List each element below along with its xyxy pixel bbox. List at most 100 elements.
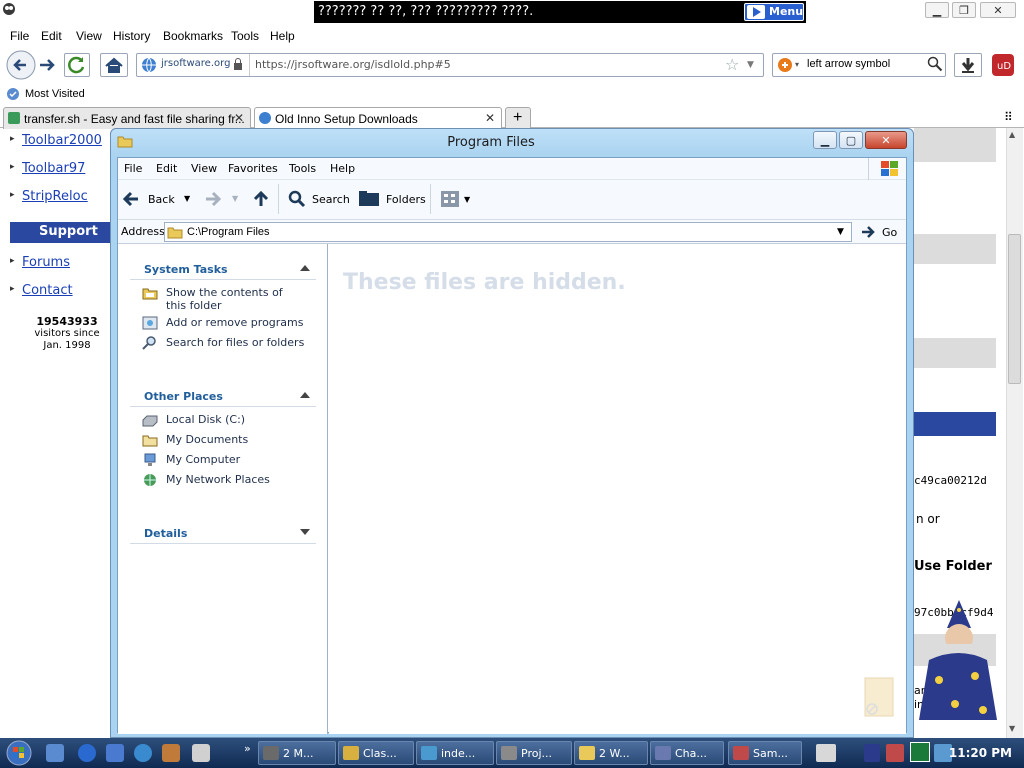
- expand-icon[interactable]: [300, 529, 310, 535]
- explorer-close-button[interactable]: ✕: [865, 131, 907, 149]
- search-input[interactable]: left arrow symbol: [807, 58, 890, 70]
- menu-history[interactable]: History: [113, 29, 150, 43]
- page-scroll-thumb[interactable]: [1008, 234, 1021, 384]
- place-my-network[interactable]: My Network Places: [142, 473, 270, 486]
- home-button[interactable]: [100, 53, 128, 77]
- tab-inno-setup[interactable]: Old Inno Setup Downloads ✕: [254, 107, 502, 129]
- search-engine-dropdown-icon[interactable]: ▾: [795, 60, 799, 69]
- collapse-icon[interactable]: [300, 392, 310, 398]
- place-my-documents[interactable]: My Documents: [142, 433, 248, 447]
- menu-view[interactable]: View: [76, 29, 102, 43]
- taskbar-button[interactable]: Proj...: [496, 741, 572, 765]
- url-bar[interactable]: jrsoftware.org https://jrsoftware.org/is…: [136, 53, 764, 77]
- forward-dropdown-icon[interactable]: ▼: [232, 194, 238, 203]
- link-contact[interactable]: Contact: [10, 283, 73, 298]
- page-scrollbar[interactable]: ▲ ▼: [1006, 128, 1023, 738]
- scroll-down-icon[interactable]: ▼: [1009, 724, 1015, 733]
- tab-close-icon[interactable]: ✕: [485, 111, 495, 125]
- task-search-files[interactable]: Search for files or folders: [142, 336, 304, 350]
- file-list-area[interactable]: These files are hidden.: [329, 244, 906, 734]
- start-button[interactable]: [4, 740, 34, 766]
- forward-arrow-icon[interactable]: [204, 190, 222, 208]
- magnifier-icon[interactable]: [927, 56, 943, 72]
- search-engine-icon[interactable]: [777, 57, 793, 73]
- address-field[interactable]: C:\Program Files ▼: [164, 222, 852, 242]
- site-identity-label[interactable]: jrsoftware.org: [161, 58, 230, 69]
- bookmark-most-visited[interactable]: Most Visited: [25, 88, 85, 100]
- explorer-menu-file[interactable]: File: [124, 162, 142, 175]
- up-folder-icon[interactable]: [252, 190, 270, 208]
- link-toolbar2000[interactable]: Toolbar2000: [10, 133, 102, 148]
- task-show-contents[interactable]: Show the contents of this folder: [142, 286, 296, 312]
- menu-help[interactable]: Help: [270, 29, 295, 43]
- explorer-maximize-button[interactable]: ▢: [839, 131, 863, 149]
- star-icon[interactable]: ☆: [725, 55, 739, 74]
- explorer-menu-help[interactable]: Help: [330, 162, 355, 175]
- taskbar-clock[interactable]: 11:20 PM: [949, 746, 1012, 760]
- search-bar[interactable]: ▾ left arrow symbol: [772, 53, 946, 77]
- system-tasks-header[interactable]: System Tasks: [130, 258, 316, 280]
- reload-button[interactable]: [64, 53, 90, 77]
- place-local-disk[interactable]: Local Disk (C:): [142, 413, 245, 427]
- tray-icon[interactable]: [886, 744, 904, 762]
- tray-icon[interactable]: [910, 742, 930, 762]
- tab-transfer[interactable]: transfer.sh - Easy and fast file sharing…: [3, 107, 251, 129]
- taskbar-button[interactable]: 2 W...: [574, 741, 648, 765]
- explorer-minimize-button[interactable]: ▁: [813, 131, 837, 149]
- minimize-button[interactable]: ▁: [925, 2, 949, 18]
- forward-button[interactable]: [36, 55, 58, 75]
- explorer-folders-button[interactable]: Folders: [358, 188, 426, 212]
- task-add-remove-programs[interactable]: Add or remove programs: [142, 316, 304, 330]
- quicklaunch-icon[interactable]: [46, 744, 64, 762]
- ie-icon[interactable]: [78, 744, 96, 762]
- menu-edit[interactable]: Edit: [41, 29, 62, 43]
- keyboard-icon[interactable]: [816, 744, 836, 762]
- more-icons-chevron[interactable]: »: [244, 742, 251, 755]
- explorer-search-button[interactable]: Search: [288, 188, 350, 212]
- views-button[interactable]: ▼: [440, 190, 474, 210]
- menu-bookmarks[interactable]: Bookmarks: [163, 29, 223, 43]
- other-places-header[interactable]: Other Places: [130, 385, 316, 407]
- views-dropdown-icon[interactable]: ▼: [464, 195, 470, 204]
- downloads-button[interactable]: [954, 53, 982, 77]
- menu-button[interactable]: Menu: [744, 3, 804, 21]
- explorer-menu-favorites[interactable]: Favorites: [228, 162, 278, 175]
- collapse-icon[interactable]: [300, 265, 310, 271]
- place-my-computer[interactable]: My Computer: [142, 453, 240, 466]
- address-value[interactable]: C:\Program Files: [187, 226, 270, 238]
- taskbar-button[interactable]: inde...: [416, 741, 494, 765]
- explorer-menu-tools[interactable]: Tools: [289, 162, 316, 175]
- quicklaunch-icon[interactable]: [162, 744, 180, 762]
- taskbar-button[interactable]: 2 M...: [258, 741, 336, 765]
- details-header[interactable]: Details: [130, 522, 316, 544]
- wizard-tray-icon[interactable]: [864, 744, 880, 762]
- taskbar-button[interactable]: Cha...: [650, 741, 724, 765]
- explorer-title-bar[interactable]: Program Files ▁ ▢ ✕: [111, 129, 913, 157]
- taskbar-button[interactable]: Sam...: [728, 741, 802, 765]
- go-button[interactable]: Go: [858, 222, 904, 242]
- quicklaunch-icon[interactable]: [106, 744, 124, 762]
- link-toolbar97[interactable]: Toolbar97: [10, 161, 85, 176]
- restore-button[interactable]: ❐: [952, 2, 976, 18]
- menu-file[interactable]: File: [10, 29, 29, 43]
- quicklaunch-icon[interactable]: [192, 744, 210, 762]
- close-button[interactable]: ✕: [980, 2, 1016, 18]
- media-player-icon[interactable]: [134, 744, 152, 762]
- menu-tools[interactable]: Tools: [231, 29, 259, 43]
- taskbar-button[interactable]: Clas...: [338, 741, 414, 765]
- link-forums[interactable]: Forums: [10, 255, 70, 270]
- explorer-back-button[interactable]: Back ▼: [122, 188, 194, 212]
- explorer-menu-view[interactable]: View: [191, 162, 217, 175]
- back-dropdown-icon[interactable]: ▼: [184, 194, 190, 203]
- tab-list-icon[interactable]: ⠿: [1004, 110, 1013, 124]
- explorer-menu-edit[interactable]: Edit: [156, 162, 177, 175]
- scroll-up-icon[interactable]: ▲: [1009, 130, 1015, 139]
- url-text[interactable]: https://jrsoftware.org/isdlold.php#5: [255, 58, 451, 71]
- tab-close-icon[interactable]: ✕: [234, 111, 244, 125]
- back-button[interactable]: [6, 50, 36, 80]
- address-dropdown-icon[interactable]: ▼: [837, 227, 844, 237]
- office-assistant-wizard[interactable]: [915, 600, 1001, 726]
- ublock-icon[interactable]: uD: [992, 54, 1014, 76]
- new-tab-button[interactable]: +: [505, 107, 531, 129]
- link-stripreloc[interactable]: StripReloc: [10, 189, 88, 204]
